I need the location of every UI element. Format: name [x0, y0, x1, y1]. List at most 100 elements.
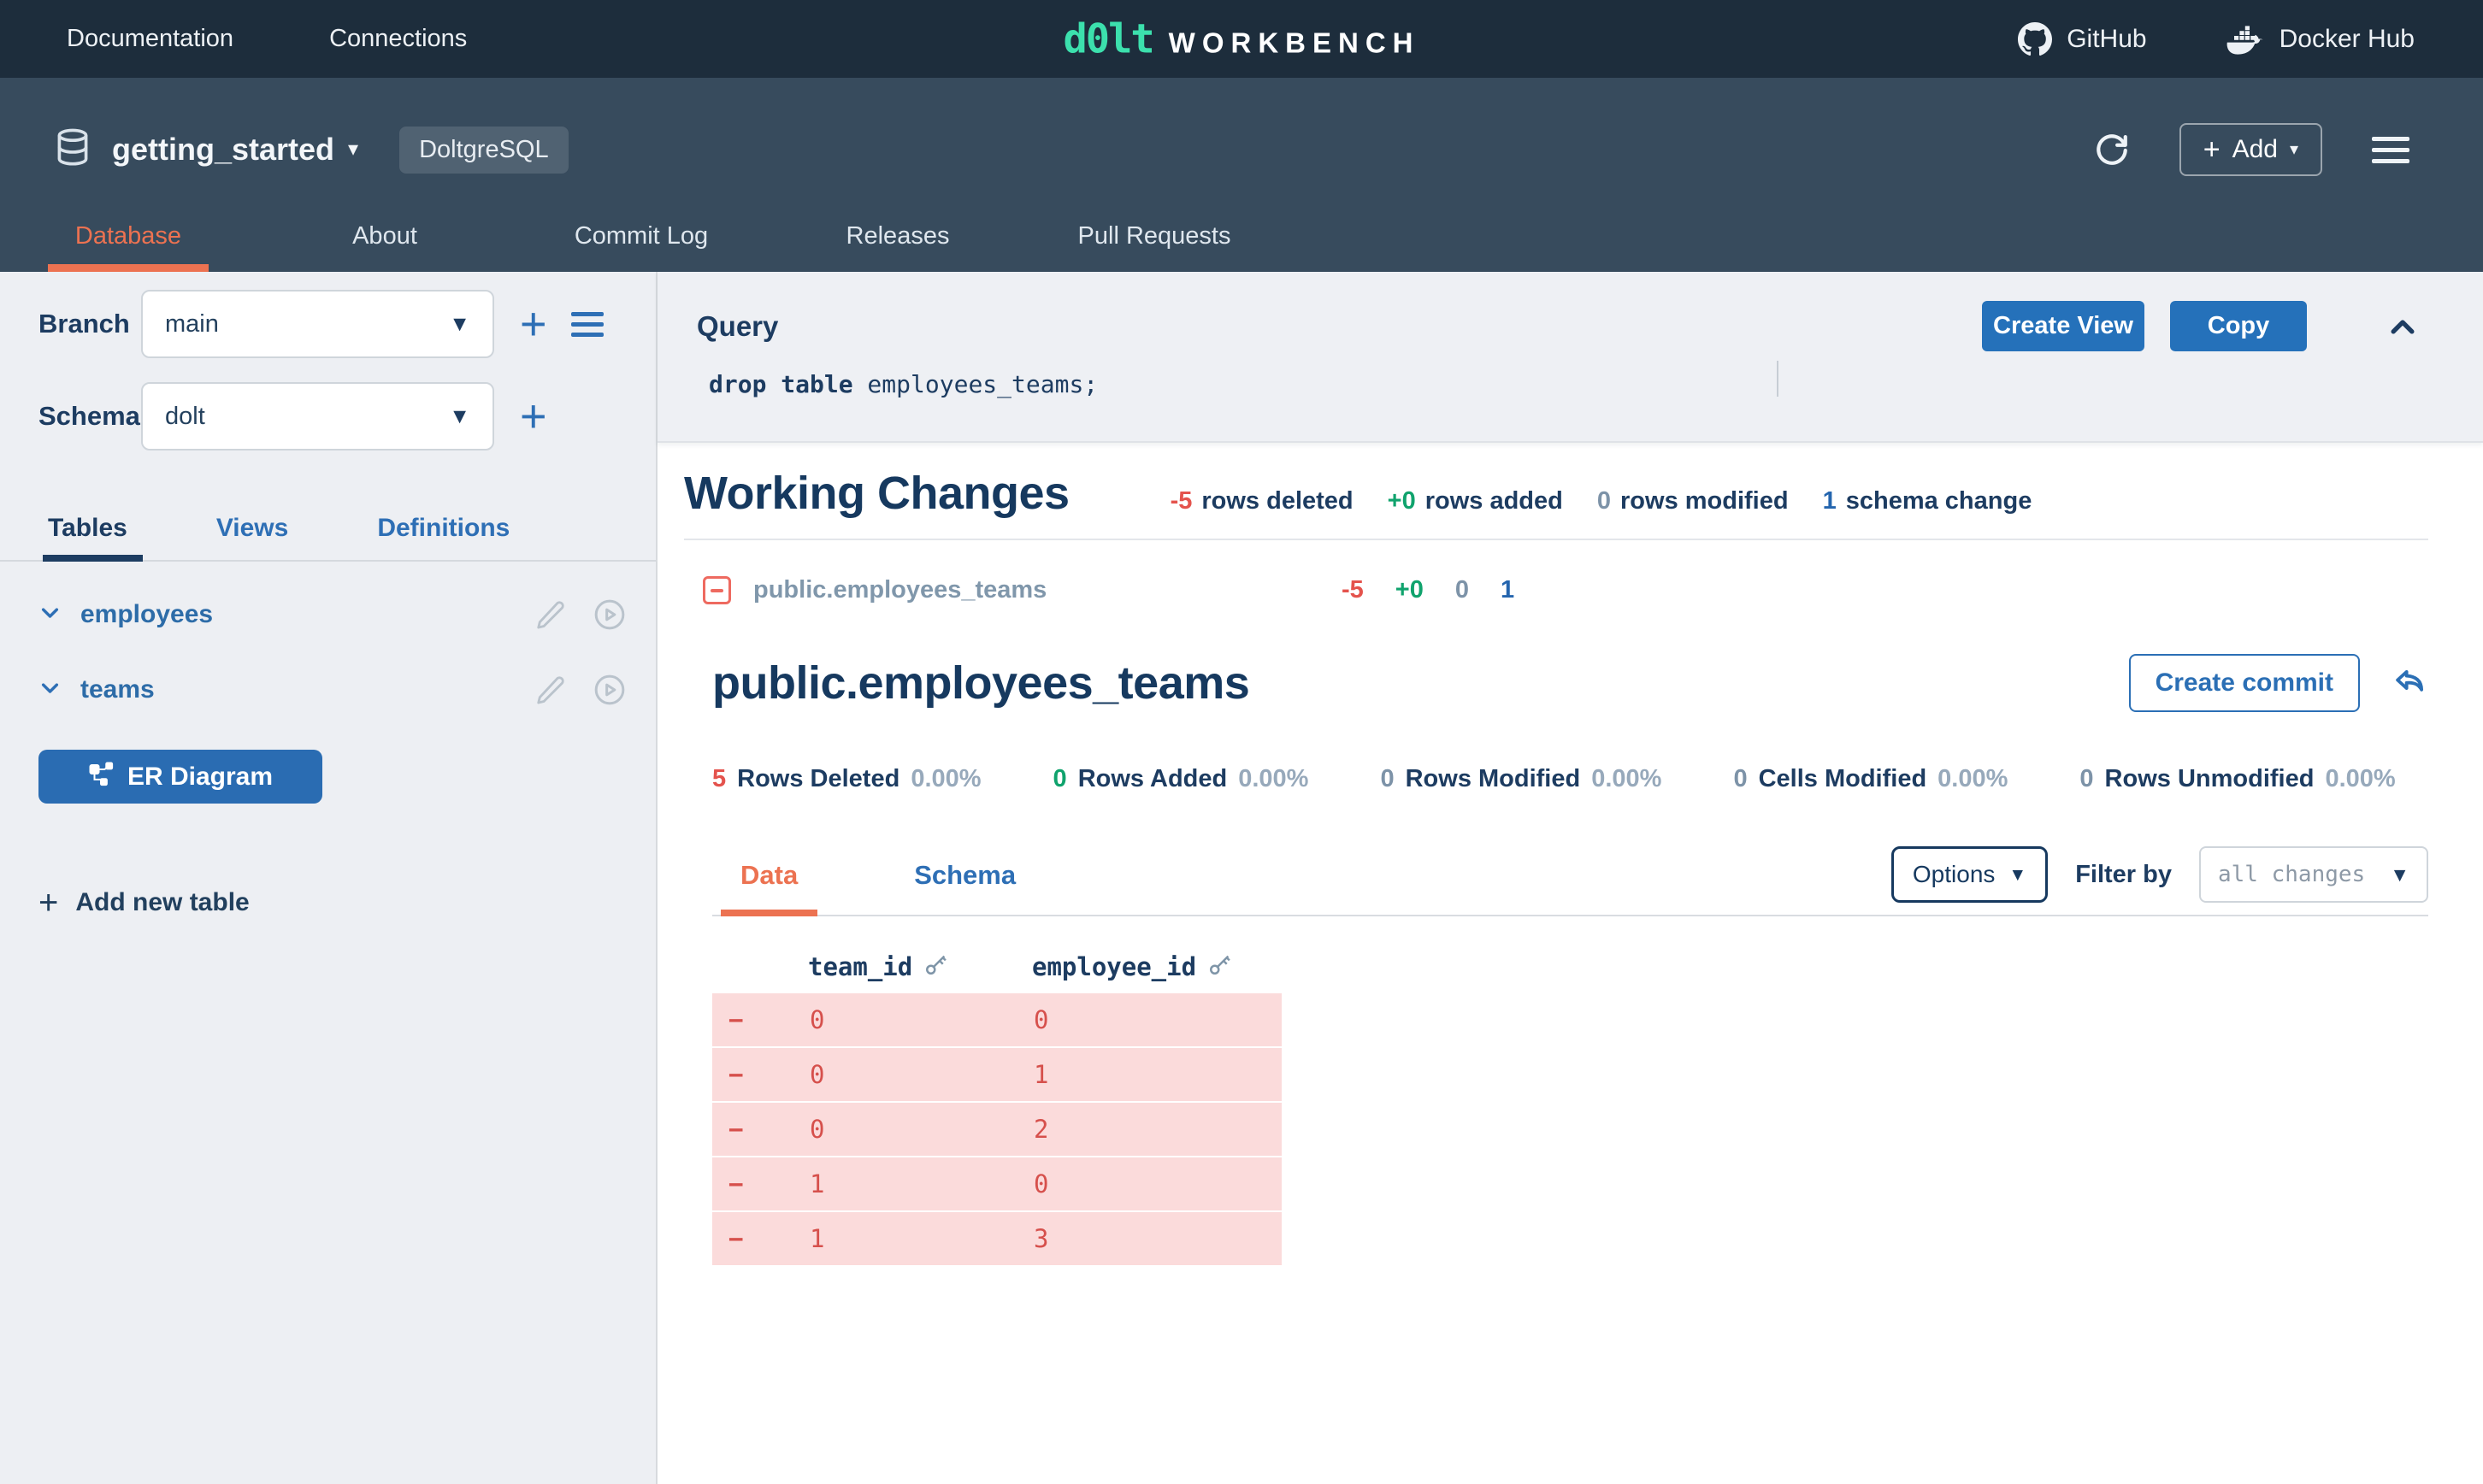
copy-query-button[interactable]: Copy [2170, 301, 2307, 351]
table-item-teams: teams [38, 652, 627, 727]
create-commit-button[interactable]: Create commit [2129, 654, 2360, 712]
plus-icon: + [2203, 135, 2221, 164]
deleted-row[interactable]: − 0 2 [712, 1103, 1282, 1156]
add-new-table-button[interactable]: + Add new table [38, 886, 627, 920]
stat-rows-unmodified: 0Rows Unmodified0.00% [2079, 765, 2395, 793]
add-button-label: Add [2232, 135, 2278, 164]
deleted-row[interactable]: − 0 0 [712, 993, 1282, 1046]
branch-label: Branch [38, 309, 141, 339]
create-view-button[interactable]: Create View [1982, 301, 2144, 351]
table-item-icons [534, 598, 627, 632]
schema-value: dolt [165, 403, 205, 431]
database-name[interactable]: getting_started [112, 132, 334, 168]
nav-connections[interactable]: Connections [329, 25, 467, 53]
sidebar-tab-definitions[interactable]: Definitions [377, 514, 510, 562]
table-item-icons [534, 673, 627, 707]
diff-tab-schema[interactable]: Schema [894, 860, 1035, 915]
tab-database[interactable]: Database [0, 222, 257, 272]
sidebar-tab-tables[interactable]: Tables [48, 514, 127, 562]
sidebar-tab-views[interactable]: Views [216, 514, 289, 562]
tab-about[interactable]: About [257, 222, 513, 272]
chevron-down-icon[interactable] [38, 676, 62, 704]
options-button[interactable]: Options ▼ [1891, 846, 2048, 903]
diff-table-title: public.employees_teams [712, 657, 1249, 710]
add-new-table-label: Add new table [75, 888, 249, 917]
options-label: Options [1913, 861, 1996, 888]
query-title: Query [697, 310, 778, 343]
github-link[interactable]: GitHub [2018, 22, 2146, 56]
table-name-teams[interactable]: teams [80, 675, 155, 704]
summary-schema-change: 1schema change [1823, 487, 2032, 515]
stat-cells-modified: 0Cells Modified0.00% [1733, 765, 2008, 793]
count-modified: 0 [1455, 576, 1469, 604]
primary-key-icon [923, 951, 949, 983]
summary-rows-modified: 0rows modified [1597, 487, 1789, 515]
edit-table-icon[interactable] [534, 598, 567, 631]
count-added: +0 [1395, 576, 1424, 604]
filter-by-label: Filter by [2075, 861, 2172, 889]
schema-select[interactable]: dolt ▼ [141, 382, 494, 450]
play-table-icon[interactable] [593, 673, 627, 707]
database-caret-down-icon[interactable]: ▾ [348, 139, 358, 160]
collapse-query-chevron-up-icon[interactable] [2386, 309, 2420, 344]
branch-select[interactable]: main ▼ [141, 290, 494, 358]
column-header-team-id[interactable]: team_id [808, 951, 1032, 983]
tab-releases[interactable]: Releases [770, 222, 1026, 272]
deleted-row[interactable]: − 0 1 [712, 1048, 1282, 1101]
deleted-row[interactable]: − 1 3 [712, 1212, 1282, 1265]
add-schema-button[interactable]: + [520, 393, 547, 439]
column-header-employee-id[interactable]: employee_id [1032, 951, 1282, 983]
diff-section: public.employees_teams Create commit 5Ro… [658, 604, 2483, 1265]
er-diagram-label: ER Diagram [127, 763, 273, 792]
summary-rows-deleted: -5rows deleted [1171, 487, 1354, 515]
diff-tab-data[interactable]: Data [721, 860, 817, 915]
add-button[interactable]: + Add ▾ [2179, 123, 2322, 176]
filter-select[interactable]: all changes ▼ [2199, 846, 2428, 903]
stat-rows-modified: 0Rows Modified0.00% [1380, 765, 1661, 793]
branch-value: main [165, 310, 219, 339]
topbar-external-links: GitHub Docker Hub [2018, 22, 2415, 56]
dockerhub-label: Docker Hub [2280, 25, 2415, 54]
er-diagram-button[interactable]: ER Diagram [38, 750, 322, 804]
working-changes-summary: -5rows deleted +0rows added 0rows modifi… [1171, 487, 2032, 515]
stat-rows-added: 0Rows Added0.00% [1053, 765, 1309, 793]
diff-actions: Create commit [2129, 654, 2428, 712]
dockerhub-link[interactable]: Docker Hub [2226, 24, 2415, 55]
branch-menu-icon[interactable] [571, 312, 604, 337]
query-sql-text[interactable]: drop table employees_teams; [697, 370, 2420, 398]
tab-commit-log[interactable]: Commit Log [513, 222, 770, 272]
deleted-row[interactable]: − 1 0 [712, 1157, 1282, 1210]
count-deleted: -5 [1342, 576, 1364, 604]
play-table-icon[interactable] [593, 598, 627, 632]
options-caret-down-icon: ▼ [2008, 866, 2026, 884]
chevron-down-icon[interactable] [38, 601, 62, 628]
database-header: getting_started ▾ DoltgreSQL + Add ▾ Dat… [0, 78, 2483, 272]
filter-value: all changes [2218, 862, 2365, 887]
diff-tabs: Data Schema [721, 860, 1035, 915]
dolt-workbench-logo[interactable]: d0lt WORKBENCH [1063, 15, 1419, 62]
er-diagram-icon [88, 761, 114, 793]
changed-table-row[interactable]: public.employees_teams -5 +0 0 1 [684, 576, 2428, 604]
table-name-employees[interactable]: employees [80, 600, 213, 629]
database-type-badge: DoltgreSQL [399, 127, 569, 174]
diff-table-header: team_id employee_id [712, 942, 1282, 992]
undo-changes-icon[interactable] [2392, 665, 2428, 701]
github-icon [2018, 22, 2052, 56]
changed-table-counts: -5 +0 0 1 [1342, 576, 1514, 604]
add-branch-button[interactable]: + [520, 301, 547, 347]
nav-documentation[interactable]: Documentation [67, 25, 233, 53]
refresh-button[interactable] [2094, 132, 2130, 168]
sidebar: Branch main ▼ + Schema dolt ▼ + Tables V… [0, 272, 658, 1484]
database-header-row: getting_started ▾ DoltgreSQL + Add ▾ [0, 78, 2483, 177]
tab-pull-requests[interactable]: Pull Requests [1026, 222, 1283, 272]
diff-data-table: team_id employee_id − 0 0 [712, 942, 1282, 1265]
count-schema: 1 [1501, 576, 1514, 604]
topbar: Documentation Connections d0lt WORKBENCH… [0, 0, 2483, 78]
schema-caret-down-icon: ▼ [449, 406, 470, 427]
sql-keyword: drop table [709, 370, 853, 398]
row-deleted-marker: − [712, 1169, 808, 1198]
edit-table-icon[interactable] [534, 674, 567, 706]
stat-rows-deleted: 5Rows Deleted0.00% [712, 765, 982, 793]
header-menu-icon[interactable] [2372, 137, 2409, 163]
summary-rows-added: +0rows added [1388, 487, 1563, 515]
